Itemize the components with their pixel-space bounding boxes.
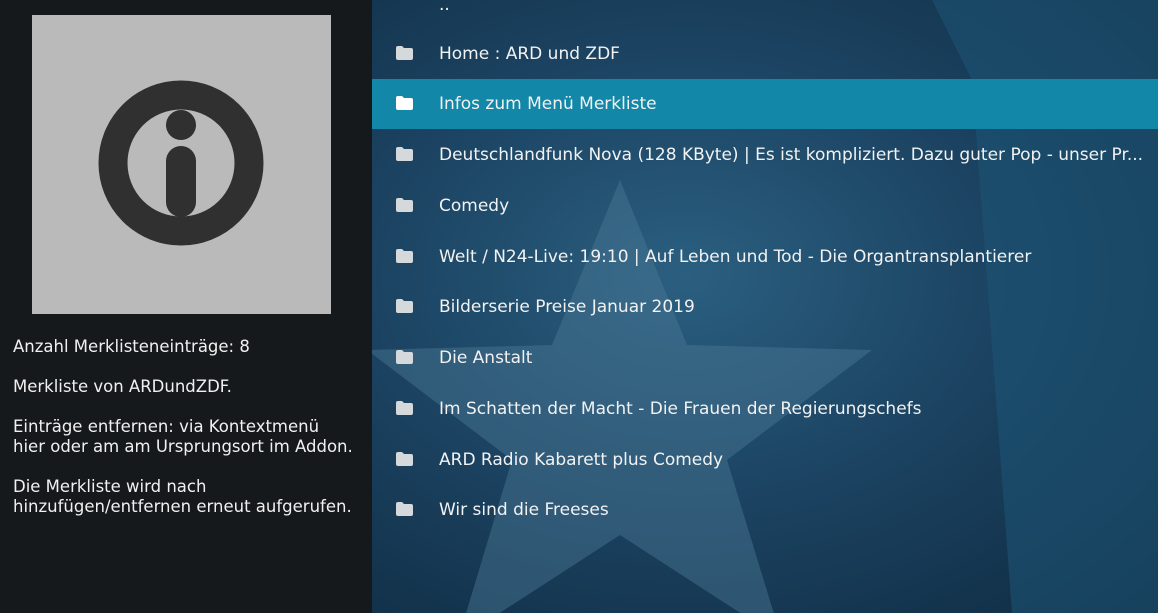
folder-icon	[396, 350, 413, 364]
file-list-area: .. Home : ARD und ZDF Infos zum Menü Mer…	[372, 0, 1158, 613]
item-thumbnail	[32, 15, 331, 314]
folder-icon	[396, 502, 413, 516]
list-item[interactable]: Comedy	[372, 181, 1158, 231]
list-item-label: Welt / N24-Live: 19:10 | Auf Leben und T…	[439, 247, 1032, 267]
info-panel: Anzahl Merklisteneinträge: 8 Merkliste v…	[0, 0, 372, 613]
list-item-label: Deutschlandfunk Nova (128 KByte) | Es is…	[439, 145, 1144, 165]
folder-icon	[396, 401, 413, 415]
folder-icon	[396, 452, 413, 466]
list-item[interactable]: Deutschlandfunk Nova (128 KByte) | Es is…	[372, 130, 1158, 180]
list-item[interactable]: Im Schatten der Macht - Die Frauen der R…	[372, 384, 1158, 434]
folder-icon	[396, 46, 413, 60]
list-item[interactable]: Welt / N24-Live: 19:10 | Auf Leben und T…	[372, 232, 1158, 282]
folder-icon	[396, 198, 413, 212]
folder-icon	[396, 147, 413, 161]
list-item-label: ARD Radio Kabarett plus Comedy	[439, 450, 724, 470]
folder-icon	[396, 249, 413, 263]
list-item-label: Infos zum Menü Merkliste	[439, 94, 657, 114]
list-item[interactable]: Die Anstalt	[372, 333, 1158, 383]
list-item[interactable]: Wir sind die Freeses	[372, 485, 1158, 535]
list-item[interactable]: Bilderserie Preise Januar 2019	[372, 282, 1158, 332]
folder-icon	[396, 96, 413, 110]
reload-hint-text: Die Merkliste wird nach hinzufügen/entfe…	[13, 477, 352, 516]
list-item-selected[interactable]: Infos zum Menü Merkliste	[372, 79, 1158, 129]
entry-count-text: Anzahl Merklisteneinträge: 8	[13, 337, 250, 356]
list-item[interactable]: Home : ARD und ZDF	[372, 29, 1158, 79]
list-item-label: Wir sind die Freeses	[439, 500, 609, 520]
list-item-label: ..	[439, 0, 450, 15]
item-description: Anzahl Merklisteneinträge: 8 Merkliste v…	[13, 337, 353, 537]
folder-icon	[396, 299, 413, 313]
remove-hint-text: Einträge entfernen: via Kontextmenü hier…	[13, 417, 353, 456]
list-item-label: Im Schatten der Macht - Die Frauen der R…	[439, 399, 922, 419]
list-item-label: Bilderserie Preise Januar 2019	[439, 297, 695, 317]
owner-text: Merkliste von ARDundZDF.	[13, 377, 232, 396]
info-circle-icon	[98, 80, 264, 246]
list-item[interactable]: ARD Radio Kabarett plus Comedy	[372, 435, 1158, 485]
list-item-label: Die Anstalt	[439, 348, 533, 368]
list-item-label: Home : ARD und ZDF	[439, 44, 620, 64]
list-item-label: Comedy	[439, 196, 510, 216]
